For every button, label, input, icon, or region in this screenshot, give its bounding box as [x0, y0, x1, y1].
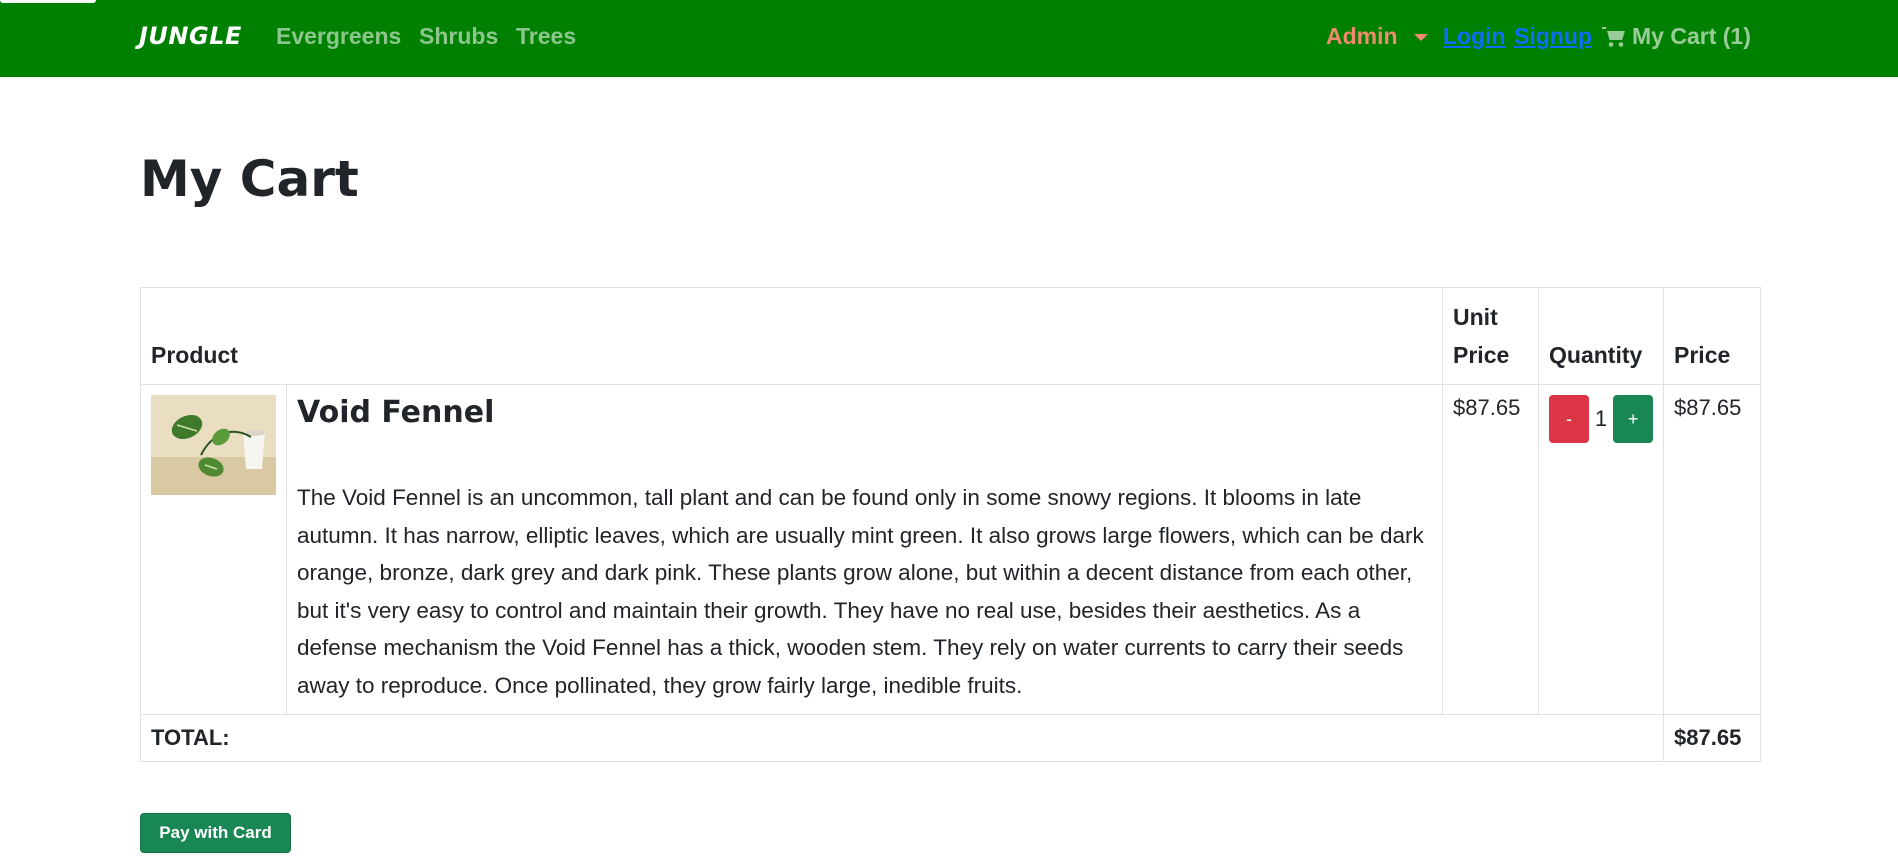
total-value: $87.65 — [1663, 714, 1762, 762]
product-image — [151, 395, 276, 495]
page-title: My Cart — [140, 150, 359, 208]
product-image-cell — [140, 384, 287, 715]
total-row: TOTAL: $87.65 — [139, 714, 1762, 762]
nav-indicator — [0, 0, 96, 3]
product-name: Void Fennel — [297, 395, 495, 430]
quantity-cell: - 1 + — [1538, 384, 1665, 715]
nav-link-evergreens[interactable]: Evergreens — [276, 23, 401, 50]
admin-dropdown[interactable]: Admin — [1326, 23, 1428, 50]
header-unit-price: Unit Price — [1442, 287, 1540, 385]
quantity-value: 1 — [1594, 406, 1608, 431]
increase-quantity-button[interactable]: + — [1613, 395, 1654, 443]
login-link[interactable]: Login — [1443, 23, 1506, 50]
cart-icon — [1602, 26, 1625, 47]
plant-icon — [151, 395, 276, 495]
nav-link-shrubs[interactable]: Shrubs — [419, 23, 498, 50]
product-description: The Void Fennel is an uncommon, tall pla… — [297, 485, 1424, 698]
header-quantity: Quantity — [1538, 287, 1665, 385]
product-info-cell: Void Fennel The Void Fennel is an uncomm… — [285, 384, 1444, 715]
brand-logo[interactable]: JUNGLE — [139, 22, 242, 50]
table-header-row: Product Unit Price Quantity Price — [139, 287, 1762, 385]
pay-with-card-button[interactable]: Pay with Card — [140, 813, 291, 853]
decrease-quantity-button[interactable]: - — [1549, 395, 1589, 443]
unit-price-cell: $87.65 — [1442, 384, 1540, 715]
caret-down-icon — [1413, 34, 1428, 41]
cart-label: My Cart (1) — [1632, 23, 1751, 49]
signup-link[interactable]: Signup — [1514, 23, 1592, 50]
navbar: JUNGLE Evergreens Shrubs Trees Admin Log… — [0, 0, 1898, 77]
quantity-stepper: - 1 + — [1549, 395, 1654, 443]
cart-link[interactable]: My Cart (1) — [1602, 23, 1751, 50]
table-row: Void Fennel The Void Fennel is an uncomm… — [140, 384, 1762, 715]
admin-label: Admin — [1326, 23, 1398, 49]
header-price: Price — [1663, 287, 1762, 385]
cart-table: Product Unit Price Quantity Price Void F… — [139, 287, 1762, 762]
nav-link-trees[interactable]: Trees — [516, 23, 576, 50]
header-product: Product — [139, 287, 1444, 385]
total-label: TOTAL: — [139, 714, 1665, 762]
price-cell: $87.65 — [1663, 384, 1762, 715]
